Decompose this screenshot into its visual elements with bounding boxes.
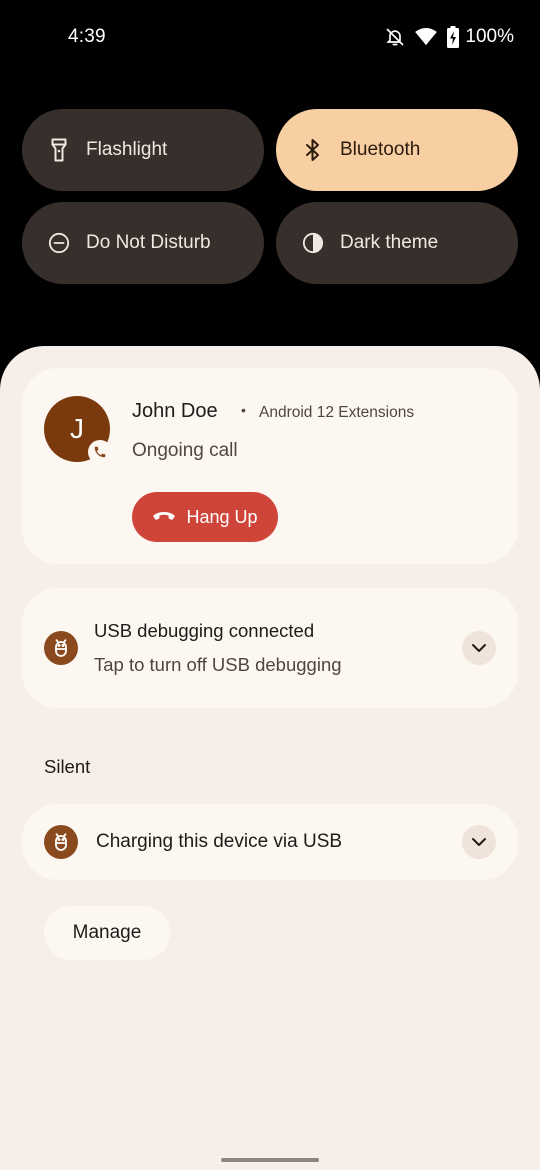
android-debug-icon xyxy=(44,825,78,859)
app-name: Android 12 Extensions xyxy=(259,404,415,421)
android-debug-icon xyxy=(44,631,78,665)
tile-label: Flashlight xyxy=(86,139,168,160)
notification-panel: J John Doe • Android 12 Extensions Ongoi… xyxy=(0,346,540,1170)
dark-theme-icon xyxy=(302,231,324,255)
manage-button[interactable]: Manage xyxy=(44,906,170,960)
flashlight-icon xyxy=(48,138,70,162)
usb-debugging-notification[interactable]: USB debugging connected Tap to turn off … xyxy=(22,588,518,708)
notification-shade-screen: 4:39 100% Flashlight Bluetooth Do Not Di… xyxy=(0,0,540,1170)
notification-text: Tap to turn off USB debugging xyxy=(94,654,342,675)
tile-bluetooth[interactable]: Bluetooth xyxy=(276,109,518,191)
chevron-down-icon xyxy=(472,644,486,652)
call-notification[interactable]: J John Doe • Android 12 Extensions Ongoi… xyxy=(22,368,518,564)
tile-flashlight[interactable]: Flashlight xyxy=(22,109,264,191)
notification-title: USB debugging connected xyxy=(94,620,315,641)
hang-up-button[interactable]: Hang Up xyxy=(132,492,278,542)
status-bar: 4:39 100% xyxy=(0,0,540,76)
hang-up-label: Hang Up xyxy=(186,506,258,527)
battery-percent: 100% xyxy=(465,26,514,47)
tile-label: Do Not Disturb xyxy=(86,232,211,253)
charging-notification[interactable]: Charging this device via USB xyxy=(22,804,518,880)
caller-name: John Doe xyxy=(132,400,218,422)
battery-charging-icon xyxy=(447,26,460,48)
status-clock: 4:39 xyxy=(68,26,106,47)
tile-label: Dark theme xyxy=(340,232,439,253)
wifi-icon xyxy=(415,28,438,46)
tile-do-not-disturb[interactable]: Do Not Disturb xyxy=(22,202,264,284)
chevron-down-icon xyxy=(472,838,486,846)
tile-dark-theme[interactable]: Dark theme xyxy=(276,202,518,284)
status-icons: 100% xyxy=(385,26,514,48)
silent-section-header: Silent xyxy=(44,756,91,777)
expand-button[interactable] xyxy=(462,631,496,665)
bluetooth-icon xyxy=(302,138,324,162)
gesture-navigation-handle[interactable] xyxy=(221,1158,319,1162)
notifications-off-icon xyxy=(385,27,405,47)
expand-button[interactable] xyxy=(462,825,496,859)
call-end-icon xyxy=(152,507,176,528)
do-not-disturb-icon xyxy=(48,231,70,255)
separator-dot: • xyxy=(241,402,246,418)
notification-title: Charging this device via USB xyxy=(96,831,343,852)
tile-label: Bluetooth xyxy=(340,139,421,160)
call-status: Ongoing call xyxy=(132,440,238,461)
phone-icon xyxy=(88,440,112,464)
